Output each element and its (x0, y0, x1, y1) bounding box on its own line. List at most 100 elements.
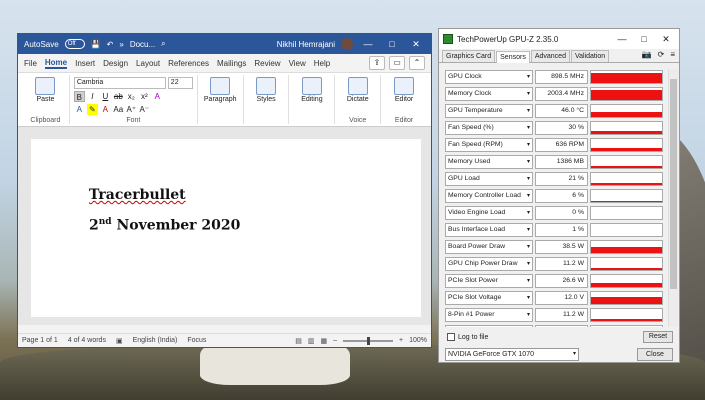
italic-button[interactable]: I (87, 91, 98, 102)
styles-icon[interactable] (256, 77, 277, 95)
clear-format-icon[interactable]: A (152, 91, 163, 102)
document-name[interactable]: Docu... (130, 40, 155, 49)
tab-mailings[interactable]: Mailings (217, 59, 246, 68)
highlight-icon[interactable]: ✎ (86, 104, 98, 115)
undo-icon[interactable]: ↶ (107, 40, 114, 49)
sensor-label-select[interactable]: Memory Controller Load ▾ (445, 189, 533, 204)
editor-button[interactable]: Editor (394, 96, 414, 103)
zoom-out-icon[interactable]: – (333, 337, 337, 344)
change-case-icon[interactable]: Aa (113, 104, 124, 115)
sensor-label-select[interactable]: Bus Interface Load ▾ (445, 223, 533, 238)
sensor-scrollbar[interactable] (668, 69, 678, 327)
font-size-box[interactable]: 22 (167, 77, 193, 89)
gpuz-close-window-button[interactable]: ✕ (657, 34, 675, 45)
tab-review[interactable]: Review (254, 59, 280, 68)
graphics-card-select[interactable]: NVIDIA GeForce GTX 1070 ▾ (445, 348, 579, 361)
share-icon[interactable]: ⇪ (369, 56, 385, 70)
microphone-icon[interactable] (347, 77, 368, 95)
superscript-button[interactable]: x² (139, 91, 150, 102)
gpuz-maximize-button[interactable]: □ (635, 34, 653, 44)
sensor-label-select[interactable]: Fan Speed (RPM) ▾ (445, 138, 533, 153)
document-title[interactable]: Tracerbullet (89, 187, 186, 203)
refresh-icon[interactable]: ⟳ (658, 50, 665, 59)
font-name-box[interactable]: Cambria (73, 77, 166, 89)
sensor-label-select[interactable]: Memory Used ▾ (445, 155, 533, 170)
strikethrough-button[interactable]: ab (113, 91, 124, 102)
minimize-button[interactable]: — (359, 39, 377, 49)
tab-help[interactable]: Help (314, 59, 330, 68)
tab-file[interactable]: File (24, 59, 37, 68)
menu-icon[interactable]: ≡ (670, 50, 675, 59)
scrollbar-thumb[interactable] (670, 79, 677, 289)
document-date[interactable]: 2nd November 2020 (89, 217, 240, 234)
tab-home[interactable]: Home (44, 58, 68, 69)
paragraph-icon[interactable] (210, 77, 231, 95)
checkbox-icon[interactable] (447, 333, 455, 341)
reset-button[interactable]: Reset (643, 331, 673, 343)
more-commands-icon[interactable]: » (119, 40, 123, 49)
word-count[interactable]: 4 of 4 words (68, 337, 106, 344)
editor-icon[interactable] (394, 77, 415, 95)
web-layout-icon[interactable]: ▦ (320, 337, 327, 345)
document-page[interactable]: Tracerbullet 2nd November 2020 (31, 139, 421, 317)
log-to-file-checkbox[interactable]: Log to file (447, 333, 488, 341)
sensor-label-select[interactable]: GPU Chip Power Draw ▾ (445, 257, 533, 272)
grow-font-icon[interactable]: A⁺ (126, 104, 137, 115)
sensor-label-select[interactable]: Video Engine Load ▾ (445, 206, 533, 221)
tab-references[interactable]: References (168, 59, 209, 68)
sensor-label-select[interactable]: Fan Speed (%) ▾ (445, 121, 533, 136)
close-button[interactable]: ✕ (407, 39, 425, 50)
zoom-level[interactable]: 100% (409, 337, 427, 344)
ribbon-options-icon[interactable]: ⌃ (409, 56, 425, 70)
underline-button[interactable]: U (100, 91, 111, 102)
sensor-label-select[interactable]: 8-Pin #1 Voltage▾ (445, 325, 533, 327)
avatar[interactable] (341, 38, 353, 50)
zoom-slider[interactable] (343, 336, 393, 345)
proofing-icon[interactable]: ▣ (116, 337, 123, 345)
sensor-label-select[interactable]: PCIe Slot Power ▾ (445, 274, 533, 289)
search-icon[interactable]: ⌕ (161, 39, 165, 49)
tab-graphics-card[interactable]: Graphics Card (442, 50, 496, 62)
tab-design[interactable]: Design (103, 59, 128, 68)
sensor-label-select[interactable]: GPU Temperature ▾ (445, 104, 533, 119)
bold-button[interactable]: B (73, 91, 85, 102)
editing-icon[interactable] (301, 77, 322, 95)
sensor-label-select[interactable]: PCIe Slot Voltage ▾ (445, 291, 533, 306)
tab-advanced[interactable]: Advanced (530, 50, 570, 62)
page-count[interactable]: Page 1 of 1 (22, 337, 58, 344)
sensor-label-select[interactable]: GPU Clock ▾ (445, 70, 533, 85)
text-effects-icon[interactable]: A (74, 104, 85, 115)
tab-insert[interactable]: Insert (75, 59, 95, 68)
tab-layout[interactable]: Layout (136, 59, 160, 68)
focus-button[interactable]: Focus (187, 337, 206, 344)
comments-icon[interactable]: ▭ (389, 56, 405, 70)
maximize-button[interactable]: □ (383, 39, 401, 49)
language-status[interactable]: English (India) (133, 337, 178, 344)
styles-button[interactable]: Styles (256, 96, 276, 103)
gpuz-minimize-button[interactable]: — (613, 34, 631, 44)
tab-view[interactable]: View (289, 59, 306, 68)
sensor-label-select[interactable]: Board Power Draw ▾ (445, 240, 533, 255)
shrink-font-icon[interactable]: A⁻ (139, 104, 150, 115)
print-layout-icon[interactable]: ▥ (308, 337, 315, 345)
close-button[interactable]: Close (637, 348, 673, 361)
camera-icon[interactable]: 📷 (642, 50, 652, 59)
editing-button[interactable]: Editing (301, 96, 322, 103)
paste-icon[interactable] (35, 77, 56, 95)
save-icon[interactable]: 💾 (91, 40, 101, 49)
user-name[interactable]: Nikhil Hemrajani (277, 40, 335, 49)
zoom-in-icon[interactable]: + (399, 337, 403, 344)
sensor-label-select[interactable]: Memory Clock ▾ (445, 87, 533, 102)
zoom-slider-knob[interactable] (367, 336, 370, 345)
sensor-label-select[interactable]: GPU Load ▾ (445, 172, 533, 187)
tab-sensors[interactable]: Sensors (496, 51, 530, 63)
dictate-button[interactable]: Dictate (347, 96, 369, 103)
read-mode-icon[interactable]: ▤ (295, 337, 302, 345)
autosave-toggle[interactable]: Off (64, 39, 85, 49)
tab-validation[interactable]: Validation (570, 50, 610, 62)
subscript-button[interactable]: x₂ (126, 91, 137, 102)
paragraph-button[interactable]: Paragraph (204, 96, 237, 103)
paste-button[interactable]: Paste (26, 96, 65, 103)
font-color-icon[interactable]: A (100, 104, 111, 115)
sensor-label-select[interactable]: 8-Pin #1 Power ▾ (445, 308, 533, 323)
